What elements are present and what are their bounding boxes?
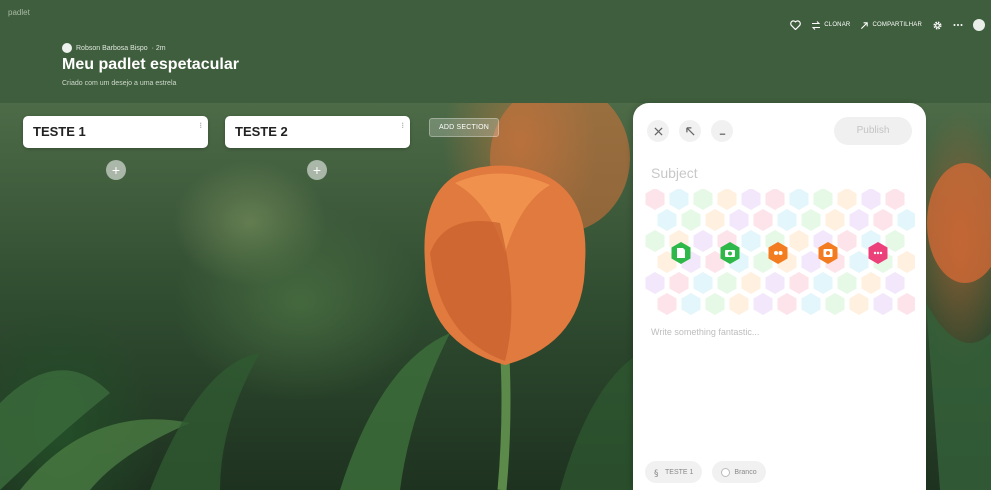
clone-button[interactable]: CLONAR	[811, 20, 851, 30]
more-options-icon	[868, 242, 888, 264]
body-input[interactable]: Write something fantastic...	[651, 327, 759, 337]
brand-logo[interactable]: padlet	[8, 8, 30, 17]
section-title: TESTE 1	[33, 124, 86, 139]
section-card-1[interactable]: TESTE 1 ⁝	[23, 116, 208, 148]
share-button[interactable]: COMPARTILHAR	[860, 21, 922, 30]
video-option[interactable]	[766, 241, 790, 265]
image-search-icon	[818, 242, 838, 264]
clone-label: CLONAR	[824, 22, 851, 28]
video-icon	[768, 242, 788, 264]
remake-icon	[812, 20, 821, 30]
share-icon	[861, 21, 869, 29]
publish-button[interactable]: Publish	[834, 117, 912, 145]
author-info: Robson Barbosa Bispo · 2m	[62, 43, 166, 53]
add-section-button[interactable]: ADD SECTION	[429, 118, 500, 137]
section-chip-label: TESTE 1	[665, 468, 694, 476]
header-toolbar: CLONAR COMPARTILHAR	[790, 19, 985, 31]
camera-option[interactable]	[718, 241, 742, 265]
attachment-picker	[645, 188, 917, 317]
page-title: Meu padlet espetacular	[62, 56, 239, 73]
post-composer: Publish Subject Write something fantasti…	[633, 103, 926, 490]
composer-controls	[647, 120, 733, 142]
section-icon: §	[654, 469, 659, 477]
close-icon	[653, 126, 663, 136]
composer-chips: § TESTE 1 Branco	[645, 461, 766, 483]
minimize-button[interactable]	[711, 120, 733, 142]
like-button[interactable]	[790, 20, 802, 30]
author-name: Robson Barbosa Bispo	[76, 44, 148, 52]
author-avatar	[62, 43, 72, 53]
file-upload-option[interactable]	[669, 241, 693, 265]
expand-icon	[685, 126, 695, 136]
ellipsis-icon	[953, 24, 963, 26]
file-upload-icon	[671, 242, 691, 264]
camera-icon	[720, 242, 740, 264]
gear-icon	[933, 20, 942, 30]
subject-input[interactable]: Subject	[651, 165, 698, 181]
more-options-option[interactable]	[866, 241, 890, 265]
section-title: TESTE 2	[235, 124, 288, 139]
add-post-button[interactable]: +	[307, 160, 327, 180]
page-subtitle: Criado com um desejo a uma estrela	[62, 80, 177, 87]
close-button[interactable]	[647, 120, 669, 142]
color-chip-label: Branco	[734, 468, 757, 476]
section-chip[interactable]: § TESTE 1	[645, 461, 703, 483]
app-header: padlet Robson Barbosa Bispo · 2m Meu pad…	[0, 0, 991, 103]
section-menu-icon[interactable]: ⁝	[199, 121, 202, 130]
heart-icon	[790, 20, 802, 30]
svg-text:§: §	[654, 469, 659, 477]
section-menu-icon[interactable]: ⁝	[401, 121, 404, 130]
expand-button[interactable]	[679, 120, 701, 142]
more-button[interactable]	[953, 23, 963, 27]
post-time: · 2m	[151, 44, 166, 52]
image-search-option[interactable]	[816, 241, 840, 265]
minimize-icon	[719, 133, 725, 135]
user-avatar[interactable]	[973, 19, 985, 31]
color-chip[interactable]: Branco	[712, 461, 766, 483]
color-swatch-icon	[721, 467, 731, 477]
section-card-2[interactable]: TESTE 2 ⁝	[225, 116, 410, 148]
settings-button[interactable]	[932, 20, 943, 31]
add-post-button[interactable]: +	[106, 160, 126, 180]
share-label: COMPARTILHAR	[872, 22, 922, 28]
